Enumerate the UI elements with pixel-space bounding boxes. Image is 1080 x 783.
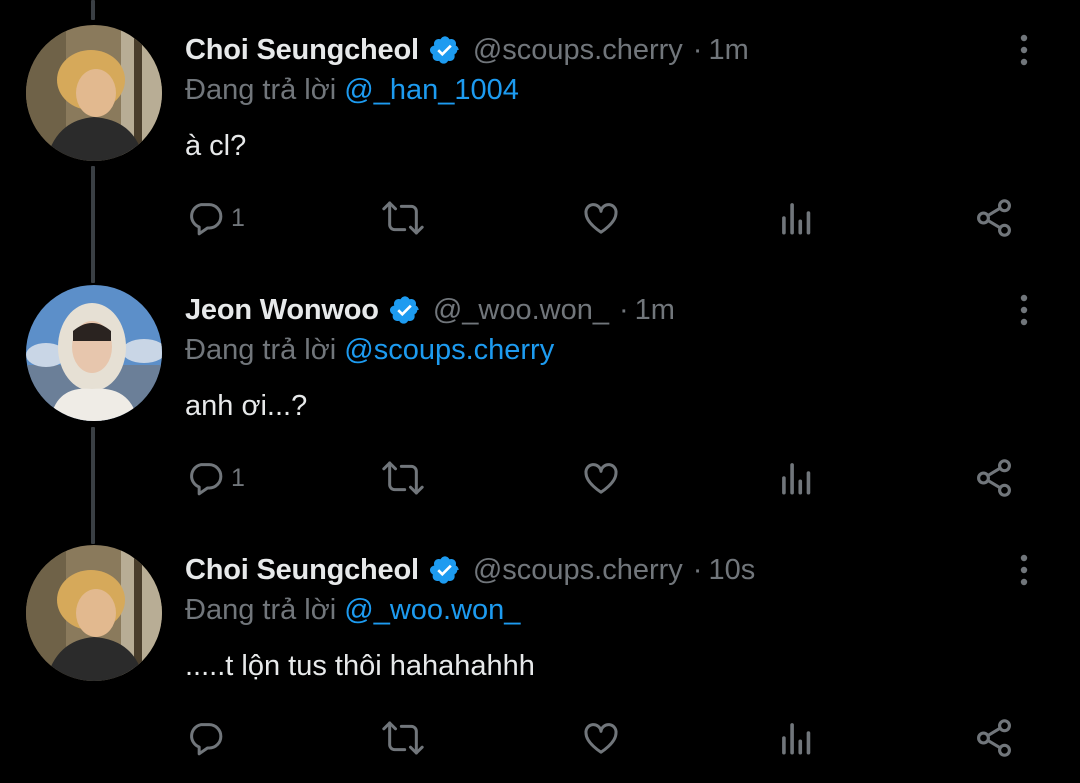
- tweet-header: Choi Seungcheol @scoups.cherry · 10s: [185, 548, 755, 592]
- reply-button[interactable]: 1: [185, 455, 245, 501]
- avatar[interactable]: [26, 545, 162, 681]
- author-name[interactable]: Choi Seungcheol: [185, 554, 419, 587]
- retweet-icon: [382, 721, 424, 755]
- heart-icon: [584, 463, 618, 494]
- tweet-actions: [185, 715, 1025, 761]
- views-button[interactable]: [779, 455, 815, 501]
- retweet-button[interactable]: [381, 195, 425, 241]
- tweet-text: .....t lộn tus thôi hahahahhh: [185, 650, 535, 682]
- like-button[interactable]: [581, 715, 621, 761]
- views-icon: [782, 203, 811, 235]
- more-vertical-icon[interactable]: [1012, 552, 1036, 588]
- reply-mention-link[interactable]: @_han_1004: [344, 74, 519, 106]
- author-name[interactable]: Jeon Wonwoo: [185, 294, 379, 327]
- reply-prefix: Đang trả lời: [185, 594, 337, 626]
- avatar[interactable]: [26, 25, 162, 161]
- reply-mention-link[interactable]: @_woo.won_: [344, 594, 520, 626]
- reply-button[interactable]: 1: [185, 195, 245, 241]
- retweet-button[interactable]: [381, 715, 425, 761]
- separator-dot: ·: [618, 293, 629, 326]
- tweet-actions: 1: [185, 195, 1025, 241]
- tweet-actions: 1: [185, 455, 1025, 501]
- replying-to: Đang trả lời @_woo.won_: [185, 594, 520, 627]
- chat-bubble-icon: [190, 203, 223, 236]
- author-name[interactable]: Choi Seungcheol: [185, 34, 419, 67]
- reply-mention-link[interactable]: @scoups.cherry: [344, 334, 554, 366]
- share-icon: [977, 459, 1011, 497]
- verified-badge-icon: [429, 554, 461, 586]
- author-handle[interactable]: @_woo.won_: [433, 294, 609, 327]
- views-icon: [782, 463, 811, 495]
- reply-count: 1: [231, 463, 245, 492]
- timestamp[interactable]: 1m: [635, 294, 675, 327]
- timestamp[interactable]: 1m: [708, 34, 748, 67]
- chat-bubble-icon: [190, 463, 223, 496]
- tweet-header: Jeon Wonwoo @_woo.won_ · 1m: [185, 288, 675, 332]
- share-icon: [977, 719, 1011, 757]
- chat-bubble-icon: [190, 723, 223, 756]
- like-button[interactable]: [581, 195, 621, 241]
- retweet-icon: [382, 201, 424, 235]
- separator-dot: ·: [692, 33, 703, 66]
- heart-icon: [584, 723, 618, 754]
- author-handle[interactable]: @scoups.cherry: [473, 34, 683, 67]
- reply-prefix: Đang trả lời: [185, 334, 337, 366]
- replying-to: Đang trả lời @_han_1004: [185, 74, 519, 107]
- avatar[interactable]: [26, 285, 162, 421]
- verified-badge-icon: [389, 294, 421, 326]
- share-button[interactable]: [973, 715, 1015, 761]
- more-vertical-icon[interactable]: [1012, 292, 1036, 328]
- reply-count: 1: [231, 203, 245, 232]
- tweet-header: Choi Seungcheol @scoups.cherry · 1m: [185, 28, 749, 72]
- timestamp[interactable]: 10s: [708, 554, 755, 587]
- tweet[interactable]: Choi Seungcheol @scoups.cherry · 1m Đang…: [0, 0, 1080, 260]
- tweet-text: anh ơi...?: [185, 390, 308, 422]
- tweet[interactable]: Choi Seungcheol @scoups.cherry · 10s Đan…: [0, 520, 1080, 780]
- author-handle[interactable]: @scoups.cherry: [473, 554, 683, 587]
- more-vertical-icon[interactable]: [1012, 32, 1036, 68]
- tweet-text: à cl?: [185, 130, 247, 162]
- replying-to: Đang trả lời @scoups.cherry: [185, 334, 554, 367]
- share-icon: [977, 199, 1011, 237]
- reply-prefix: Đang trả lời: [185, 74, 337, 106]
- verified-badge-icon: [429, 34, 461, 66]
- separator-dot: ·: [692, 553, 703, 586]
- tweet[interactable]: Jeon Wonwoo @_woo.won_ · 1m Đang trả lời…: [0, 260, 1080, 520]
- like-button[interactable]: [581, 455, 621, 501]
- retweet-icon: [382, 461, 424, 495]
- heart-icon: [584, 203, 618, 234]
- views-button[interactable]: [779, 195, 815, 241]
- views-icon: [782, 723, 811, 755]
- reply-button[interactable]: [185, 715, 231, 761]
- share-button[interactable]: [973, 455, 1015, 501]
- retweet-button[interactable]: [381, 455, 425, 501]
- share-button[interactable]: [973, 195, 1015, 241]
- views-button[interactable]: [779, 715, 815, 761]
